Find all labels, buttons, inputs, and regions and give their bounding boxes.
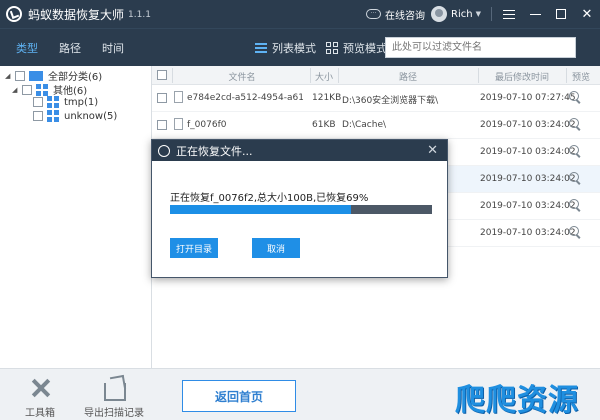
column-preview[interactable]: 预览 <box>566 70 596 83</box>
list-view-icon <box>255 42 267 53</box>
dialog-title: 正在恢复文件... <box>176 144 253 158</box>
file-icon <box>174 118 183 130</box>
close-icon[interactable]: ✕ <box>427 143 438 158</box>
column-path[interactable]: 路径 <box>338 70 478 83</box>
category-tree: ◢ 全部分类(6) ◢ 其他(6) tmp(1) unknow(5) <box>0 66 152 368</box>
table-header: 文件名 大小 路径 最后修改时间 预览 <box>152 66 600 85</box>
list-view-button[interactable]: 列表模式 <box>255 40 316 56</box>
tree-item-other[interactable]: ◢ 其他(6) <box>12 82 87 97</box>
category-grid-icon <box>36 83 48 96</box>
tree-item-label: 全部分类(6) <box>48 72 103 83</box>
toolbar: 类型 路径 时间 列表模式 预览模式 <box>0 28 600 66</box>
select-all-checkbox[interactable] <box>157 70 167 80</box>
file-path: D:\360安全浏览器下载\ <box>342 96 439 106</box>
file-path: D:\Cache\ <box>342 120 387 130</box>
column-name[interactable]: 文件名 <box>172 70 312 83</box>
magnifier-icon[interactable] <box>569 145 581 157</box>
title-bar: 蚂蚁数据恢复大师 1.1.1 ··· 在线咨询 Rich ▼ ✕ <box>0 0 600 28</box>
file-size: 121KB <box>312 93 342 103</box>
tree-item-label: 其他(6) <box>53 86 88 97</box>
search-input[interactable] <box>385 37 576 58</box>
close-icon: ✕ <box>581 6 593 22</box>
preview-mode-button[interactable]: 预览模式 <box>326 40 387 56</box>
close-button[interactable]: ✕ <box>574 0 600 28</box>
table-row[interactable]: e784e2cd-a512-4954-a615-b646 121KB D:\36… <box>152 85 600 112</box>
file-modified: 2019-07-10 03:24:02 <box>480 228 576 238</box>
back-home-button[interactable]: 返回首页 <box>182 380 296 412</box>
file-modified: 2019-07-10 03:24:02 <box>480 120 576 130</box>
column-size[interactable]: 大小 <box>310 70 338 83</box>
file-modified: 2019-07-10 03:24:02 <box>480 201 576 211</box>
toolbox-label: 工具箱 <box>25 408 55 419</box>
grid-view-icon <box>326 41 338 54</box>
open-folder-button[interactable]: 打开目录 <box>170 238 218 258</box>
magnifier-icon[interactable] <box>569 91 581 103</box>
category-grid-icon <box>47 110 59 122</box>
minimize-icon <box>529 13 541 15</box>
dialog-header: 正在恢复文件... ✕ <box>152 140 447 161</box>
wrench-icon <box>27 375 53 401</box>
chevron-down-icon[interactable]: ▼ <box>476 10 481 18</box>
divider <box>491 7 492 21</box>
tree-item-label: unknow(5) <box>64 110 118 122</box>
row-checkbox[interactable] <box>157 120 167 130</box>
watermark-text: 爬爬资源 <box>455 383 579 418</box>
chat-bubble-icon[interactable]: ··· <box>366 9 382 19</box>
tree-checkbox[interactable] <box>33 97 43 107</box>
tree-checkbox[interactable] <box>33 111 43 121</box>
cancel-button[interactable]: 取消 <box>252 238 300 258</box>
export-icon <box>101 375 127 401</box>
tree-checkbox[interactable] <box>15 70 25 81</box>
monitor-icon <box>29 70 43 81</box>
tab-type[interactable]: 类型 <box>16 40 38 56</box>
minimize-button[interactable] <box>522 0 548 28</box>
magnifier-icon[interactable] <box>569 172 581 184</box>
category-grid-icon <box>47 96 59 108</box>
tab-path[interactable]: 路径 <box>59 40 81 56</box>
toolbox-button[interactable]: 工具箱 <box>0 375 80 419</box>
recovery-dialog: 正在恢复文件... ✕ 正在恢复f_0076f2,总大小100B,已恢复69% … <box>151 139 448 278</box>
app-version: 1.1.1 <box>128 10 151 20</box>
maximize-button[interactable] <box>548 0 574 28</box>
tree-checkbox[interactable] <box>22 84 32 95</box>
file-size: 61KB <box>312 120 336 130</box>
file-modified: 2019-07-10 03:24:02 <box>480 174 576 184</box>
avatar[interactable] <box>431 6 448 22</box>
progress-bar <box>170 205 432 214</box>
column-modified[interactable]: 最后修改时间 <box>478 70 566 83</box>
maximize-icon <box>556 9 566 19</box>
user-name[interactable]: Rich <box>451 9 473 20</box>
app-logo-icon <box>6 6 22 22</box>
watermark-logo: 爬爬资源 <box>455 377 597 418</box>
file-name: f_0076f0 <box>187 120 227 130</box>
file-modified: 2019-07-10 07:27:45 <box>480 93 576 103</box>
tree-item-tmp[interactable]: tmp(1) <box>33 96 98 108</box>
menu-icon <box>503 9 515 19</box>
tree-item-all[interactable]: ◢ 全部分类(6) <box>5 68 102 83</box>
recovery-status-text: 正在恢复f_0076f2,总大小100B,已恢复69% <box>170 193 369 204</box>
tree-item-unknow[interactable]: unknow(5) <box>33 110 117 122</box>
row-checkbox[interactable] <box>157 93 167 103</box>
file-name: e784e2cd-a512-4954-a615-b646 <box>187 93 303 103</box>
preview-mode-label: 预览模式 <box>343 41 387 55</box>
online-consult-link[interactable]: 在线咨询 <box>385 7 425 22</box>
list-view-label: 列表模式 <box>272 41 316 55</box>
file-modified: 2019-07-10 03:24:02 <box>480 147 576 157</box>
bottom-bar: 工具箱 导出扫描记录 返回首页 爬爬资源 <box>0 368 600 420</box>
app-logo-icon <box>158 144 170 157</box>
magnifier-icon[interactable] <box>569 199 581 211</box>
tab-time[interactable]: 时间 <box>102 40 124 56</box>
menu-button[interactable] <box>496 0 522 28</box>
export-scan-button[interactable]: 导出扫描记录 <box>74 375 154 419</box>
export-scan-label: 导出扫描记录 <box>84 408 144 419</box>
collapse-arrow-icon[interactable]: ◢ <box>5 72 15 80</box>
collapse-arrow-icon[interactable]: ◢ <box>12 86 22 94</box>
app-title: 蚂蚁数据恢复大师 <box>28 7 125 22</box>
file-icon <box>174 91 183 103</box>
table-row[interactable]: f_0076f0 61KB D:\Cache\ 2019-07-10 03:24… <box>152 112 600 139</box>
tree-item-label: tmp(1) <box>64 96 99 108</box>
progress-fill <box>170 205 351 214</box>
magnifier-icon[interactable] <box>569 118 581 130</box>
magnifier-icon[interactable] <box>569 226 581 238</box>
